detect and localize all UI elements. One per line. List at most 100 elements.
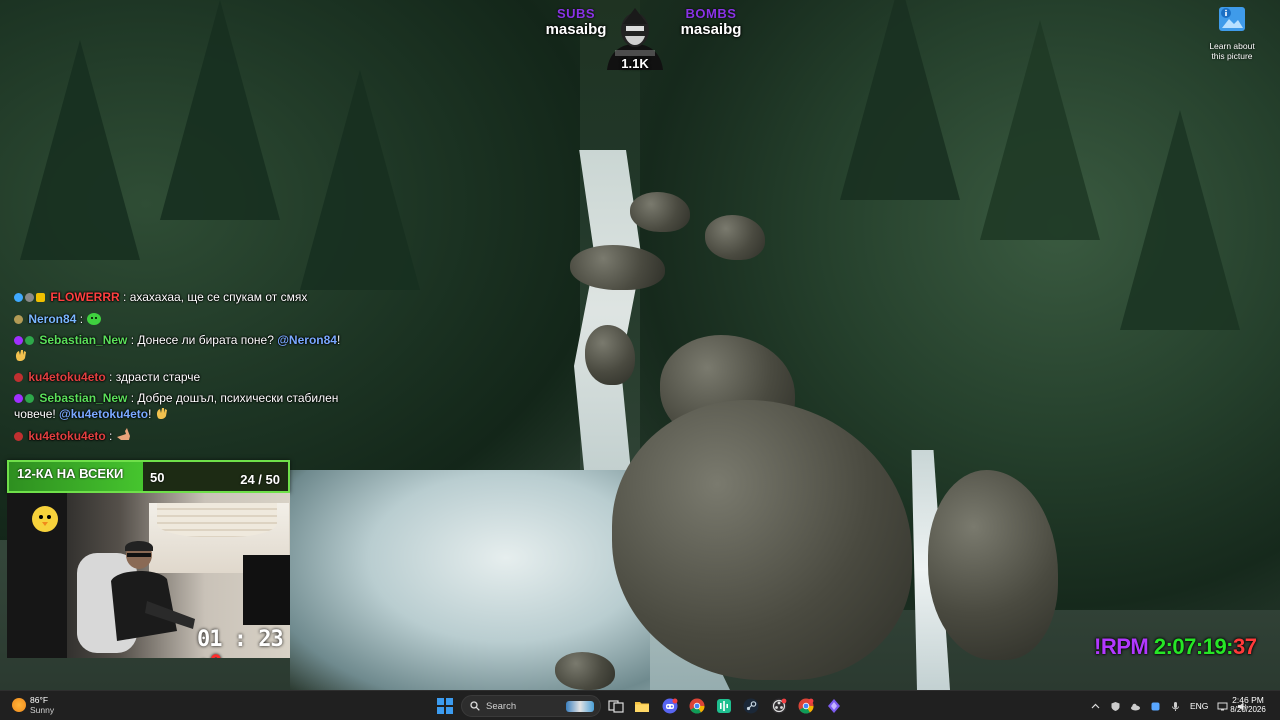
point-emote-icon [116, 428, 130, 440]
chrome-icon[interactable] [689, 698, 705, 714]
mascot-count: 1.1K [621, 56, 649, 71]
badge-icon [14, 336, 23, 345]
badge-icon [14, 394, 23, 403]
chat-message: Sebastian_New : Добре дошъл, психически … [14, 391, 374, 422]
windows-logo-tile [445, 706, 453, 714]
check-badge-icon [25, 336, 34, 345]
discord-icon[interactable] [662, 698, 678, 714]
app-diamond-icon[interactable] [826, 698, 842, 714]
chat-mention: @ku4etoku4eto [59, 407, 149, 421]
search-highlight-icon [566, 701, 594, 712]
stream-chat: FLOWERRR : ахахахаа, ще се спукам от смя… [14, 290, 374, 450]
security-icon[interactable] [1110, 701, 1121, 712]
weather-temp: 86°F [30, 695, 49, 705]
chat-separator: : [79, 312, 84, 326]
wave-emote-icon [156, 408, 167, 420]
learn-about-picture-label: Learn about this picture [1209, 41, 1255, 61]
windows-logo-tile [445, 698, 453, 706]
audio-app-icon[interactable] [716, 698, 732, 714]
spotlight-icon [1219, 7, 1245, 31]
tree [20, 40, 140, 260]
rock [630, 192, 690, 232]
app-tray-icon[interactable] [1150, 701, 1161, 712]
tree [840, 0, 960, 200]
rock [585, 325, 635, 385]
weather-condition: Sunny [30, 705, 55, 715]
search-label: Search [486, 700, 517, 712]
rpm-hms: 2:07:19: [1153, 634, 1234, 659]
timer-red-digit: 0 [209, 652, 222, 658]
chat-separator: : [130, 333, 135, 347]
badge-icon [14, 373, 23, 382]
chevron-up-icon[interactable] [1090, 701, 1101, 712]
webcam-feed: 01 : 23 :0 [7, 493, 290, 658]
chat-separator: : [130, 391, 135, 405]
badge-icon [14, 432, 23, 441]
taskbar-clock[interactable]: 2:46 PM 8/20/2026 [1228, 695, 1268, 715]
webcam-timer: 01 : 23 :0 [197, 627, 290, 658]
chat-tail: ! [336, 333, 341, 347]
task-view-icon[interactable] [608, 698, 624, 714]
chat-separator: : [109, 429, 113, 443]
rpm-counter: !RPM 2:07:19:37 [1094, 634, 1257, 660]
tree [1120, 110, 1240, 330]
windows-logo-tile [437, 706, 445, 714]
chat-message: FLOWERRR : ахахахаа, ще се спукам от смя… [14, 290, 374, 305]
weather-widget[interactable]: 86°F Sunny [12, 695, 54, 715]
chat-username: Sebastian_New [39, 391, 128, 405]
badge-icon [14, 315, 23, 324]
rpm-command: !RPM [1094, 634, 1149, 659]
badge-icon [25, 293, 34, 302]
green-blob-emote-icon [87, 313, 102, 325]
wave-emote-icon [15, 350, 26, 362]
rpm-seconds: 37 [1233, 634, 1257, 659]
file-explorer-icon[interactable] [634, 698, 650, 714]
goal-count: 24 / 50 [240, 472, 280, 487]
clock-time: 2:46 PM [1232, 695, 1264, 705]
obs-icon[interactable] [771, 698, 787, 714]
badge-icon [14, 293, 23, 302]
system-tray: ENG [1090, 691, 1248, 720]
tree [300, 70, 420, 290]
cam-blind [157, 503, 277, 537]
windows-logo-tile [437, 698, 445, 706]
taskbar-search[interactable]: Search [461, 695, 601, 717]
network-icon[interactable] [1217, 701, 1228, 712]
language-indicator[interactable]: ENG [1190, 701, 1208, 711]
chat-username: ku4etoku4eto [28, 429, 106, 443]
chat-username: Sebastian_New [39, 333, 128, 347]
sun-icon [12, 698, 26, 712]
tree [980, 20, 1100, 240]
microphone-icon[interactable] [1170, 701, 1181, 712]
check-badge-icon [25, 394, 34, 403]
chat-mention: @Neron84 [277, 333, 337, 347]
chat-message: Neron84 : [14, 311, 374, 327]
goal-bar: 12-КА НА ВСЕКИ 50 24 / 50 [7, 460, 290, 493]
steam-icon[interactable] [743, 698, 759, 714]
chat-separator: : [109, 370, 113, 384]
clock-date: 8/20/2026 [1230, 705, 1266, 714]
tree [160, 0, 280, 220]
taskbar: 86°F Sunny Search ENG 2:46 PM 8/20/2026 [0, 690, 1280, 720]
bombs-widget: BOMBS masaibg [676, 6, 746, 38]
goal-target: 50 [150, 470, 165, 485]
start-button[interactable] [437, 698, 453, 714]
rock [555, 652, 615, 690]
cam-monitor [243, 555, 290, 625]
sticker-chick-icon [32, 506, 58, 532]
chat-text: ахахахаа, ще се спукам от смях [129, 290, 308, 304]
bombs-name: masaibg [680, 21, 742, 38]
chat-username: ku4etoku4eto [28, 370, 106, 384]
streamer-person [111, 541, 195, 641]
cloud-icon[interactable] [1130, 701, 1141, 712]
chat-separator: : [123, 290, 127, 304]
chat-tail: ! [148, 407, 152, 421]
chat-text: Донесе ли бирата поне? [137, 333, 274, 347]
chat-username: FLOWERRR [50, 290, 120, 304]
chat-text: здрасти старче [115, 370, 201, 384]
goal-label: 12-КА НА ВСЕКИ [17, 466, 124, 481]
search-icon [470, 701, 480, 711]
crown-badge-icon [36, 293, 45, 302]
chrome-profile-icon[interactable] [798, 698, 814, 714]
learn-about-picture-shortcut[interactable]: Learn about this picture [1204, 4, 1260, 61]
